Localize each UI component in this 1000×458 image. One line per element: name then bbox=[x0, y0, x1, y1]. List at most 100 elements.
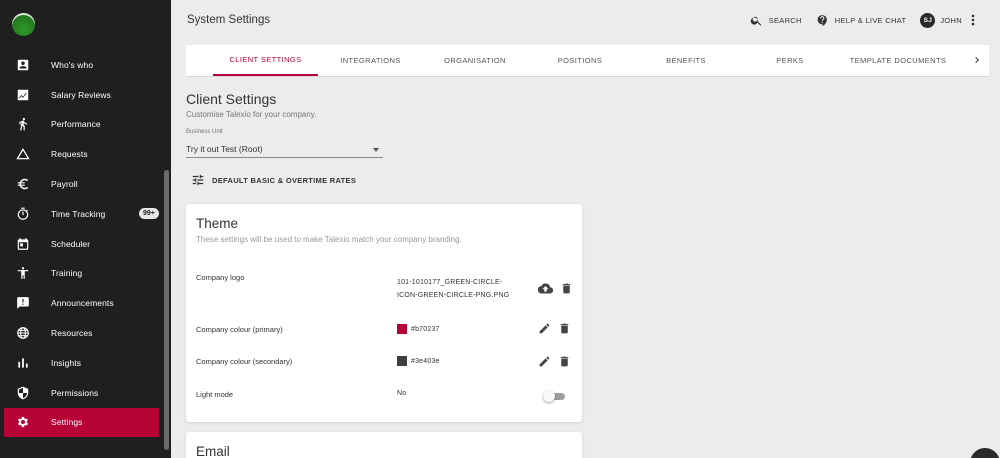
company-logo[interactable] bbox=[12, 13, 35, 36]
sidebar-item-label: Permissions bbox=[51, 387, 99, 398]
search-button[interactable]: SEARCH bbox=[750, 14, 802, 27]
sidebar-item-scheduler[interactable]: Scheduler bbox=[0, 229, 171, 259]
sidebar-item-label: Training bbox=[51, 268, 83, 279]
sidebar-item-salary-reviews[interactable]: Salary Reviews bbox=[0, 80, 171, 110]
sidebar-item-label: Payroll bbox=[51, 179, 78, 190]
business-unit-select[interactable]: Try it out Test (Root) bbox=[186, 141, 383, 158]
help-icon bbox=[817, 14, 827, 26]
page-title: System Settings bbox=[187, 14, 271, 26]
salary-review-icon bbox=[15, 87, 31, 103]
section-subtitle: Customise Talexio for your company. bbox=[186, 110, 317, 119]
sidebar-nav: Who's who Salary Reviews Performance Req… bbox=[0, 50, 171, 438]
logo-filename-line: ICON-GREEN-CIRCLE-PNG.PNG bbox=[397, 292, 510, 299]
contact-card-icon bbox=[15, 57, 31, 73]
light-mode-toggle[interactable] bbox=[543, 390, 567, 402]
sidebar-item-label: Performance bbox=[51, 119, 101, 130]
tab-perks[interactable]: PERKS bbox=[746, 45, 834, 76]
delete-icon[interactable] bbox=[558, 355, 571, 368]
sidebar-item-whos-who[interactable]: Who's who bbox=[0, 50, 171, 80]
tab-template-documents[interactable]: TEMPLATE DOCUMENTS bbox=[842, 45, 954, 76]
tab-client-settings[interactable]: CLIENT SETTINGS bbox=[213, 45, 318, 76]
euro-icon bbox=[15, 176, 31, 192]
edit-icon[interactable] bbox=[538, 355, 551, 368]
sidebar-item-requests[interactable]: Requests bbox=[0, 139, 171, 169]
primary-colour-actions bbox=[538, 322, 578, 335]
default-rates-button[interactable]: DEFAULT BASIC & OVERTIME RATES bbox=[191, 173, 356, 187]
secondary-colour-hex: #3e403e bbox=[411, 357, 440, 365]
calendar-icon bbox=[15, 236, 31, 252]
sidebar-item-label: Announcements bbox=[51, 298, 114, 309]
chat-launcher-button[interactable] bbox=[970, 448, 1000, 458]
sidebar-item-performance[interactable]: Performance bbox=[0, 110, 171, 140]
sidebar-item-label: Time Tracking bbox=[51, 208, 106, 219]
sidebar-item-insights[interactable]: Insights bbox=[0, 348, 171, 378]
search-label: SEARCH bbox=[768, 15, 802, 25]
section-title: Client Settings bbox=[186, 91, 277, 107]
notification-badge: 99+ bbox=[139, 208, 159, 220]
globe-icon bbox=[15, 325, 31, 341]
sidebar-item-label: Resources bbox=[51, 328, 93, 339]
business-unit-value: Try it out Test (Root) bbox=[186, 144, 263, 154]
logo-filename-line: 101-1010177_GREEN-CIRCLE- bbox=[397, 279, 503, 286]
delete-icon[interactable] bbox=[560, 282, 573, 295]
user-menu[interactable]: SJ JOHN bbox=[920, 12, 962, 28]
secondary-colour-swatch bbox=[397, 356, 407, 366]
default-rates-label: DEFAULT BASIC & OVERTIME RATES bbox=[212, 175, 357, 185]
chevron-right-icon[interactable] bbox=[971, 54, 983, 66]
sidebar: Who's who Salary Reviews Performance Req… bbox=[0, 0, 171, 458]
logo-actions bbox=[538, 281, 580, 296]
tab-integrations[interactable]: INTEGRATIONS bbox=[328, 45, 413, 76]
sidebar-item-permissions[interactable]: Permissions bbox=[0, 378, 171, 408]
sidebar-item-label: Scheduler bbox=[51, 238, 91, 249]
email-title: Email bbox=[196, 444, 230, 458]
light-mode-label: Light mode bbox=[196, 390, 234, 399]
shield-icon bbox=[15, 385, 31, 401]
sidebar-item-payroll[interactable]: Payroll bbox=[0, 169, 171, 199]
tab-positions[interactable]: POSITIONS bbox=[536, 45, 624, 76]
theme-subtitle: These settings will be used to make Tale… bbox=[196, 235, 462, 244]
delete-icon[interactable] bbox=[558, 322, 571, 335]
settings-tabs: CLIENT SETTINGS INTEGRATIONS ORGANISATIO… bbox=[186, 45, 989, 77]
light-mode-value: No bbox=[397, 390, 407, 397]
sidebar-item-label: Insights bbox=[51, 357, 82, 368]
header-actions: SEARCH HELP & LIVE CHAT SJ JOHN bbox=[736, 11, 978, 29]
toggle-thumb bbox=[543, 390, 555, 402]
sidebar-item-announcements[interactable]: Announcements bbox=[0, 288, 171, 318]
edit-icon[interactable] bbox=[538, 322, 551, 335]
primary-colour-hex: #b70237 bbox=[411, 325, 440, 333]
tab-benefits[interactable]: BENEFITS bbox=[642, 45, 730, 76]
primary-colour-value: #b70237 bbox=[397, 324, 440, 334]
theme-card: Theme These settings will be used to mak… bbox=[186, 204, 582, 422]
gear-icon bbox=[15, 414, 31, 430]
more-vert-icon[interactable] bbox=[968, 13, 978, 27]
business-unit-label: Business Unit bbox=[186, 129, 223, 135]
help-label: HELP & LIVE CHAT bbox=[834, 15, 907, 25]
announcement-icon bbox=[15, 295, 31, 311]
cloud-upload-icon[interactable] bbox=[538, 281, 553, 296]
dropdown-caret-icon bbox=[373, 148, 379, 152]
tab-organisation[interactable]: ORGANISATION bbox=[431, 45, 519, 76]
bar-chart-icon bbox=[15, 355, 31, 371]
primary-colour-swatch bbox=[397, 324, 407, 334]
sidebar-item-label: Salary Reviews bbox=[51, 89, 111, 100]
sidebar-item-label: Who's who bbox=[51, 59, 94, 70]
help-chat-button[interactable]: HELP & LIVE CHAT bbox=[816, 14, 907, 27]
primary-colour-label: Company colour (primary) bbox=[196, 325, 283, 334]
user-name: JOHN bbox=[940, 15, 962, 25]
sidebar-item-label: Requests bbox=[51, 149, 88, 160]
avatar: SJ bbox=[920, 12, 936, 28]
triangle-icon bbox=[15, 146, 31, 162]
sidebar-item-resources[interactable]: Resources bbox=[0, 318, 171, 348]
sidebar-item-time-tracking[interactable]: Time Tracking 99+ bbox=[0, 199, 171, 229]
theme-title: Theme bbox=[196, 216, 239, 231]
secondary-colour-value: #3e403e bbox=[397, 356, 440, 366]
company-logo-filename: 101-1010177_GREEN-CIRCLE- ICON-GREEN-CIR… bbox=[397, 276, 517, 302]
email-card: Email bbox=[186, 432, 582, 458]
search-icon bbox=[750, 16, 761, 26]
running-person-icon bbox=[15, 116, 31, 132]
sidebar-scrollbar[interactable] bbox=[164, 170, 169, 450]
stopwatch-icon bbox=[15, 206, 31, 222]
sidebar-item-training[interactable]: Training bbox=[0, 259, 171, 289]
secondary-colour-actions bbox=[538, 355, 578, 368]
sidebar-item-settings[interactable]: Settings bbox=[4, 407, 159, 438]
